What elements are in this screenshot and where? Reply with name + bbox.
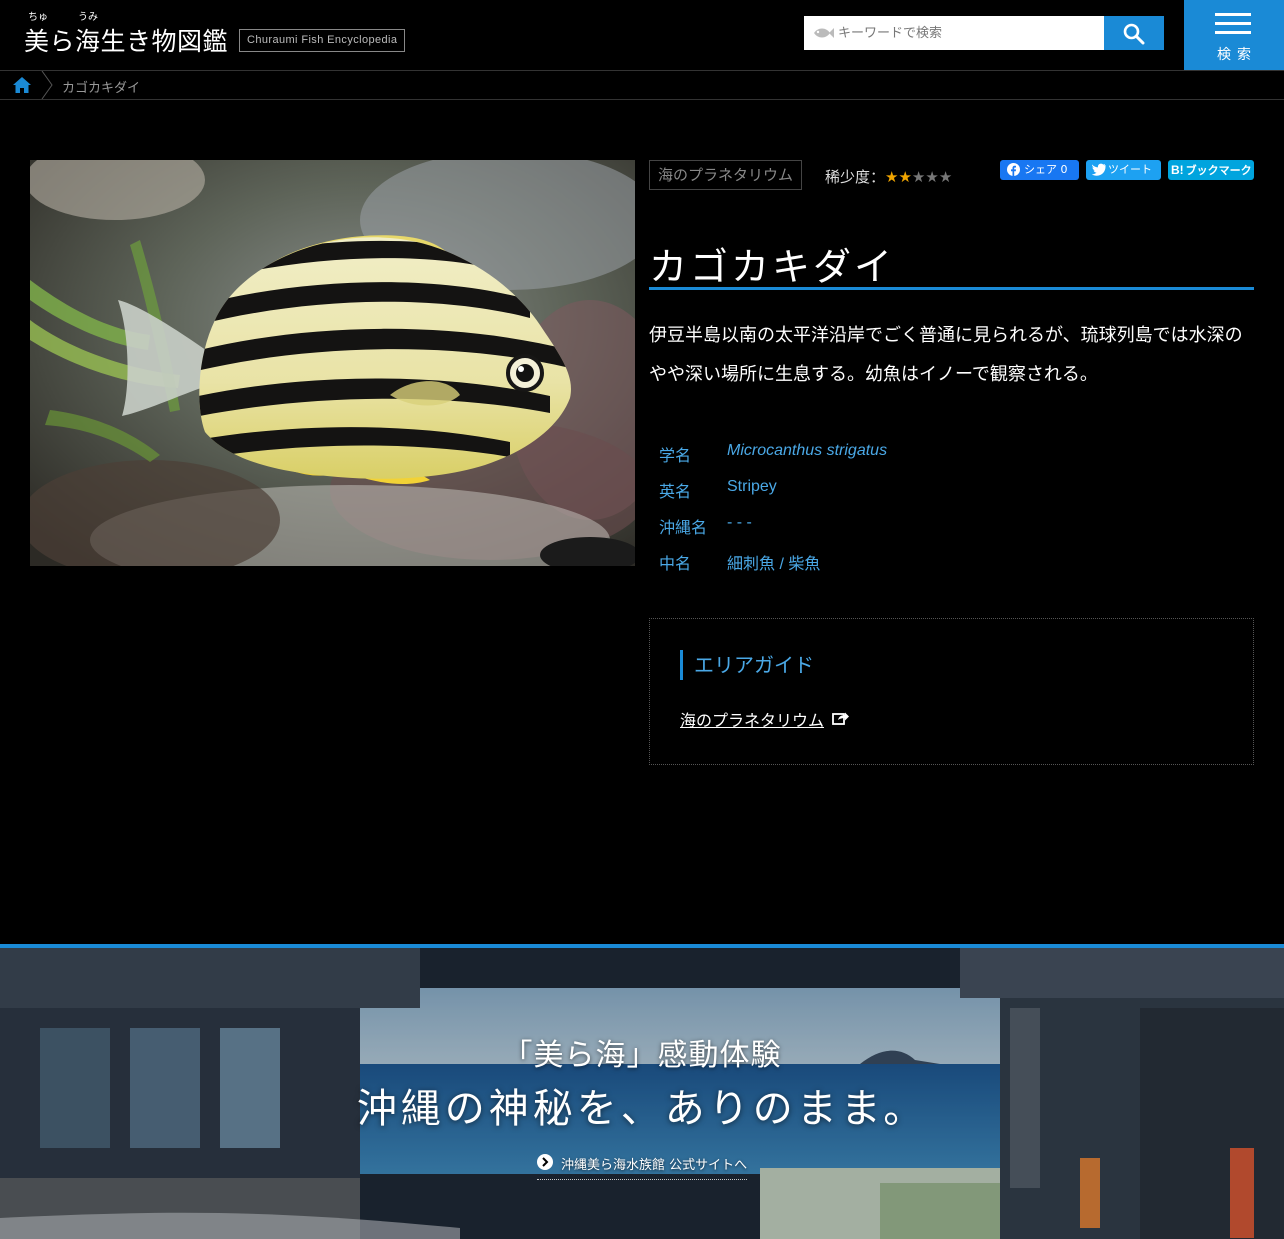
fish-photo bbox=[30, 160, 635, 566]
fish-description: 伊豆半島以南の太平洋沿岸でごく普通に見られるが、琉球列島では水深のやや深い場所に… bbox=[649, 325, 1243, 385]
hatena-bookmark-label: ブックマーク bbox=[1185, 164, 1252, 177]
info-value: Microcanthus strigatus bbox=[727, 442, 888, 459]
area-guide: エリアガイド 海のプラネタリウム bbox=[649, 618, 1254, 765]
logo-subtitle: Churaumi Fish Encyclopedia bbox=[239, 29, 406, 52]
search-input[interactable] bbox=[838, 16, 1098, 50]
rarity-label: 稀少度： bbox=[825, 168, 886, 186]
hamburger-icon bbox=[1215, 13, 1251, 16]
hatena-icon: B! bbox=[1171, 163, 1184, 177]
search-icon bbox=[1123, 23, 1145, 45]
logo-ruby: ちゅ bbox=[28, 12, 48, 23]
breadcrumb: カゴカキダイ bbox=[0, 70, 1284, 100]
hatena-bookmark-button[interactable]: B! ブックマーク bbox=[1168, 160, 1254, 180]
info-table: 学名 Microcanthus strigatus 英名 Stripey 沖縄名… bbox=[659, 434, 1159, 578]
facebook-icon bbox=[1007, 163, 1020, 176]
star-empty-icon: ★ bbox=[938, 168, 953, 186]
info-label: 沖縄名 bbox=[659, 518, 708, 537]
home-icon[interactable] bbox=[12, 76, 32, 94]
area-guide-link[interactable]: 海のプラネタリウム bbox=[680, 707, 824, 731]
info-row-scientific-name: 学名 Microcanthus strigatus bbox=[659, 434, 1159, 470]
fish-name: カゴカキダイ bbox=[649, 245, 896, 289]
star-empty-icon: ★ bbox=[925, 168, 939, 186]
twitter-share-button[interactable]: ツイート bbox=[1086, 160, 1161, 180]
twitter-icon bbox=[1092, 163, 1106, 176]
info-row-chinese-name: 中名 細刺魚 / 柴魚 bbox=[659, 542, 1159, 578]
title-underline bbox=[649, 287, 1254, 290]
official-site-link[interactable]: 沖縄美ら海水族館 公式サイトへ bbox=[537, 1150, 747, 1180]
chevron-right-icon bbox=[41, 71, 53, 99]
banner-subtitle: 「美ら海」感動体験 bbox=[502, 1038, 782, 1073]
menu-label: 検索 bbox=[1217, 47, 1257, 63]
info-row-english-name: 英名 Stripey bbox=[659, 470, 1159, 506]
site-header: ちゅ うみ 美ら海生き物図鑑 Churaumi Fish Encyclopedi… bbox=[0, 0, 1284, 70]
menu-button[interactable]: 検索 bbox=[1184, 0, 1284, 70]
area-tag[interactable]: 海のプラネタリウム bbox=[649, 160, 803, 190]
info-value: Stripey bbox=[727, 478, 777, 495]
logo-ruby: うみ bbox=[78, 12, 98, 23]
rarity-stars: ★★★★★ bbox=[885, 168, 952, 186]
info-value: - - - bbox=[727, 514, 752, 531]
rarity-rating: 稀少度：★★★★★ bbox=[825, 166, 952, 187]
hamburger-icon bbox=[1215, 22, 1251, 25]
logo-title: 美ら海生き物図鑑 bbox=[24, 27, 229, 56]
fish-icon bbox=[814, 28, 834, 38]
area-guide-title: エリアガイド bbox=[680, 650, 814, 680]
banner-title: 沖縄の神秘を、ありのまま。 bbox=[356, 1086, 928, 1132]
star-filled-icon: ★ bbox=[898, 168, 912, 186]
facebook-share-label: シェア 0 bbox=[1024, 163, 1068, 176]
official-site-link-label: 沖縄美ら海水族館 公式サイトへ bbox=[561, 1158, 748, 1173]
info-row-okinawan-name: 沖縄名 - - - bbox=[659, 506, 1159, 542]
external-link-icon[interactable] bbox=[832, 711, 850, 725]
search-box bbox=[804, 16, 1104, 50]
search-button[interactable] bbox=[1104, 16, 1164, 50]
breadcrumb-current: カゴカキダイ bbox=[62, 81, 141, 96]
twitter-share-label: ツイート bbox=[1108, 163, 1152, 176]
info-value: 細刺魚 / 柴魚 bbox=[727, 556, 821, 573]
hamburger-icon bbox=[1215, 31, 1251, 34]
aquarium-banner: 「美ら海」感動体験 沖縄の神秘を、ありのまま。 沖縄美ら海水族館 公式サイトへ bbox=[0, 944, 1284, 1239]
star-empty-icon: ★ bbox=[911, 168, 926, 186]
star-filled-icon: ★ bbox=[885, 168, 899, 186]
info-label: 中名 bbox=[659, 554, 692, 573]
facebook-share-button[interactable]: シェア 0 bbox=[1000, 160, 1079, 180]
arrow-circle-icon bbox=[537, 1154, 553, 1170]
info-label: 学名 bbox=[659, 446, 692, 465]
info-label: 英名 bbox=[659, 482, 692, 501]
